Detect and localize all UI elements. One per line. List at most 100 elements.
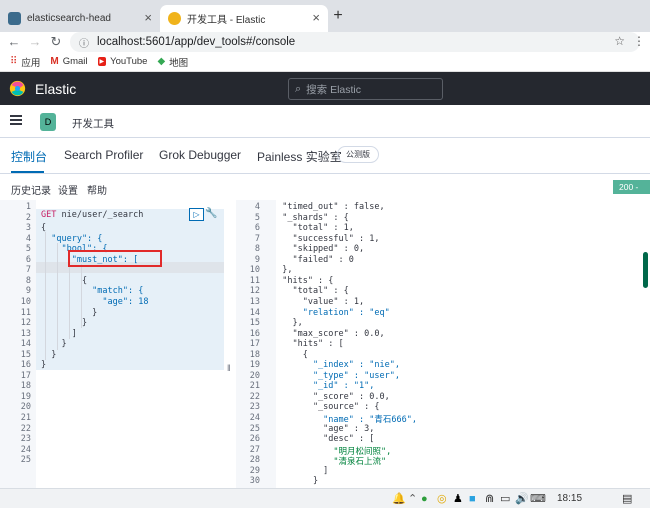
forward-arrow-icon[interactable]: →	[27, 34, 43, 50]
menu-more-icon[interactable]: ⋮	[633, 34, 645, 48]
action-center-icon[interactable]: ▤	[622, 492, 632, 505]
response-line-number: 18	[249, 349, 260, 360]
response-code-line: ]	[272, 465, 329, 476]
bookmark-youtube[interactable]: ▶ YouTube	[97, 56, 147, 67]
gmail-icon: M	[50, 56, 59, 67]
request-method: GET	[41, 210, 57, 220]
browser-tab-elasticsearch-head[interactable]: elasticsearch-head ×	[0, 5, 160, 32]
response-line-number: 23	[249, 402, 260, 413]
request-line-number: 23	[20, 434, 31, 445]
wrench-icon[interactable]: 🔧	[205, 208, 217, 219]
bookmark-apps[interactable]: ⠿ 应用	[10, 55, 40, 69]
request-line-number: 1	[25, 202, 31, 212]
app-tray-icon[interactable]: ■	[469, 492, 476, 506]
sync-icon[interactable]: ◎	[437, 492, 447, 506]
browser-tab-dev-tools[interactable]: 开发工具 - Elastic ×	[160, 5, 328, 32]
response-code-line: "total" : {	[272, 286, 349, 297]
elastic-favicon-icon	[168, 12, 181, 25]
request-line-number: 12	[20, 318, 31, 329]
tab-painless-lab[interactable]: Painless 实验室	[257, 148, 342, 165]
wechat-icon[interactable]: ●	[421, 492, 428, 506]
taskbar-clock[interactable]: 18:15	[557, 493, 582, 504]
battery-icon[interactable]: ▭	[500, 492, 510, 506]
close-tab-icon[interactable]: ×	[312, 11, 320, 25]
url-input[interactable]: ⓘ localhost:5601/app/dev_tools#/console	[70, 32, 640, 52]
response-line-number: 26	[249, 434, 260, 445]
response-line-number: 4	[254, 202, 260, 212]
close-tab-icon[interactable]: ×	[144, 11, 152, 25]
response-line-number: 14	[249, 307, 260, 318]
response-code-line: },	[272, 265, 293, 276]
console-toolbar: 历史记录 设置 帮助 200 - OK	[0, 174, 650, 206]
response-line-number: 29	[249, 465, 260, 476]
bookmark-star-icon[interactable]: ☆	[614, 34, 625, 48]
url-text: localhost:5601/app/dev_tools#/console	[97, 36, 296, 48]
response-code-line: },	[272, 318, 303, 329]
bookmark-maps[interactable]: ◆ 地图	[157, 55, 188, 69]
tab-grok-debugger[interactable]: Grok Debugger	[159, 148, 241, 162]
response-line-number: 20	[249, 370, 260, 381]
response-line-number: 22	[249, 391, 260, 402]
settings-link[interactable]: 设置	[58, 182, 78, 197]
elasticsearch-head-favicon-icon	[8, 12, 21, 25]
history-link[interactable]: 历史记录	[11, 182, 51, 197]
request-line-number: 22	[20, 423, 31, 434]
maps-icon: ◆	[157, 56, 166, 67]
keyboard-icon[interactable]: ⌨	[530, 492, 546, 506]
response-line-number: 10	[249, 265, 260, 276]
request-line-number: 7	[25, 265, 31, 276]
request-line-number: 11	[20, 307, 31, 318]
response-code-line: "hits" : [	[272, 339, 344, 350]
help-link[interactable]: 帮助	[87, 182, 107, 197]
response-line-number: 12	[249, 286, 260, 297]
new-tab-button[interactable]: +	[330, 8, 346, 24]
response-code-line: "_source" : {	[272, 402, 380, 413]
pane-resize-handle[interactable]: ‖	[227, 363, 231, 373]
global-search-input[interactable]: ⌕ 搜索 Elastic	[288, 78, 443, 100]
volume-icon[interactable]: 🔊	[515, 492, 529, 506]
request-line-number: 13	[20, 328, 31, 339]
response-code-line: "_index" : "nie",	[272, 360, 400, 371]
response-line-number: 13	[249, 296, 260, 307]
tab-console[interactable]: 控制台	[11, 148, 47, 165]
indent-guide	[81, 264, 82, 328]
request-line-number: 21	[20, 413, 31, 423]
response-code-line: "failed" : 0	[272, 254, 354, 265]
back-arrow-icon[interactable]: ←	[6, 34, 22, 50]
wifi-icon[interactable]: ⋒	[485, 492, 494, 506]
send-request-button[interactable]: ▷	[189, 208, 204, 221]
reload-icon[interactable]: ↻	[48, 34, 64, 50]
beta-badge: 公测版	[337, 146, 379, 163]
info-icon[interactable]: ⓘ	[79, 35, 89, 50]
space-avatar[interactable]: D	[40, 113, 56, 131]
notification-bell-icon[interactable]: 🔔	[392, 492, 406, 506]
request-line-number: 10	[20, 296, 31, 307]
chevron-up-icon[interactable]: ⌃	[408, 492, 417, 506]
bookmark-gmail[interactable]: M Gmail	[50, 56, 87, 67]
dev-tools-tabs: 控制台 Search Profiler Grok Debugger Painle…	[0, 138, 650, 174]
kibana-header: Elastic ⌕ 搜索 Elastic	[0, 72, 650, 105]
response-line-number: 17	[249, 339, 260, 350]
request-line-number: 25	[20, 455, 31, 466]
tab-title: elasticsearch-head	[27, 13, 111, 24]
tab-title: 开发工具 - Elastic	[187, 15, 266, 26]
qq-icon[interactable]: ♟	[453, 492, 463, 506]
response-code-line: "total" : 1,	[272, 223, 354, 234]
elastic-logo-icon[interactable]	[9, 80, 26, 97]
response-line-number: 19	[249, 360, 260, 371]
response-line-number: 6	[254, 223, 260, 234]
response-line-number: 30	[249, 476, 260, 487]
response-line-number: 8	[254, 244, 260, 255]
hamburger-menu-icon[interactable]	[10, 115, 22, 125]
request-line-number: 14	[20, 339, 31, 350]
response-scrollbar[interactable]	[643, 252, 648, 288]
response-code-line: "_id" : "1",	[272, 381, 375, 392]
bookmark-label: 地图	[169, 57, 189, 69]
search-placeholder: 搜索 Elastic	[306, 83, 362, 96]
browser-tab-strip: elasticsearch-head × 开发工具 - Elastic × +	[0, 0, 650, 32]
bookmark-label: Gmail	[62, 56, 88, 67]
breadcrumb[interactable]: 开发工具	[72, 116, 114, 131]
request-line-number: 19	[20, 391, 31, 402]
tab-search-profiler[interactable]: Search Profiler	[64, 148, 143, 162]
request-line-number: 8	[25, 275, 31, 286]
